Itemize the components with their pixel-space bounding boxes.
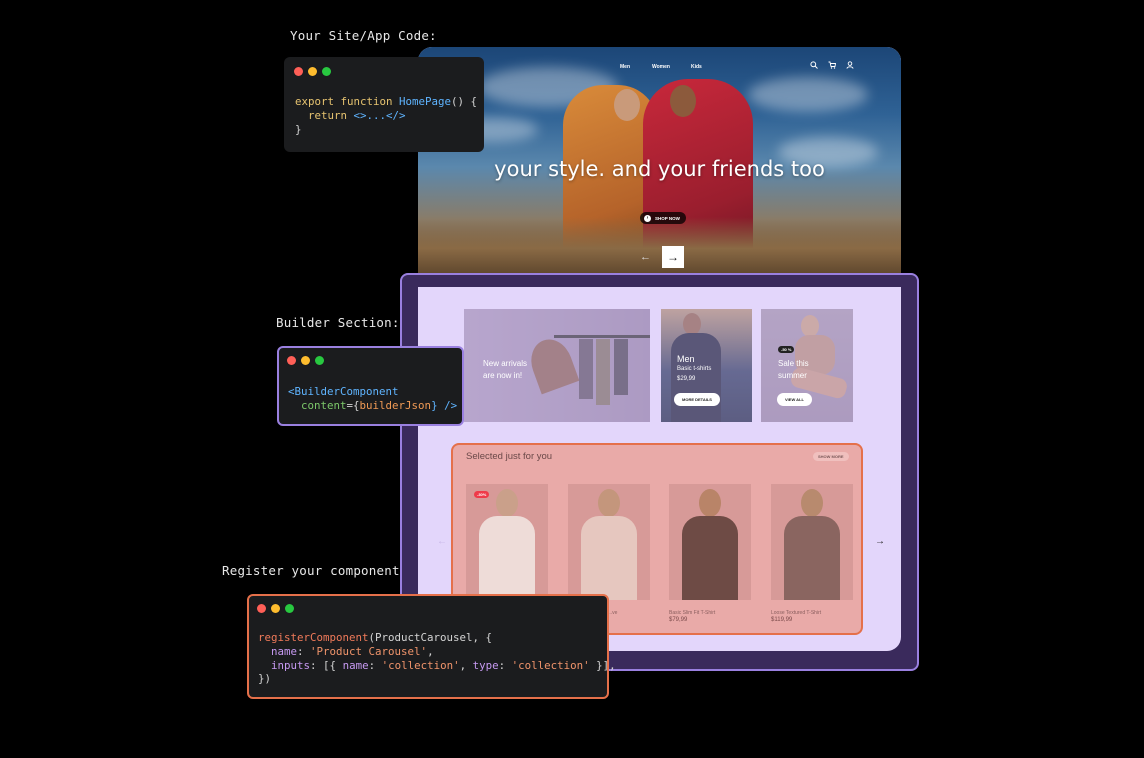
- product-name: Basic Slim Fit T-Shirt: [669, 610, 716, 616]
- site-code-text: export function HomePage() { return <>..…: [295, 95, 478, 136]
- minimize-dot-icon: [301, 356, 310, 365]
- sale-card-line1: Sale this: [778, 359, 809, 368]
- nav-women[interactable]: Women: [652, 64, 670, 70]
- builder-code-window: <BuilderComponent content={builderJson} …: [277, 346, 464, 426]
- hero-banner: Men Women Kids your style. and your frie…: [418, 47, 901, 287]
- sale-badge: -50 %: [778, 346, 795, 353]
- product-name: ...ve: [608, 610, 618, 616]
- nav-kids[interactable]: Kids: [691, 64, 702, 70]
- new-arrivals-line2: are now in!: [483, 371, 523, 380]
- hero-next-arrow-icon[interactable]: →: [662, 246, 684, 268]
- men-card-subtitle: Basic t-shirts: [677, 366, 712, 372]
- sale-card-line2: summer: [778, 371, 807, 380]
- men-card-price: $29,99: [677, 376, 696, 382]
- carousel-next-arrow-icon[interactable]: →: [875, 536, 885, 547]
- minimize-dot-icon: [271, 604, 280, 613]
- more-details-button[interactable]: MORE DETAILS: [674, 393, 720, 406]
- close-dot-icon: [287, 356, 296, 365]
- carousel-title: Selected just for you: [466, 451, 553, 462]
- shop-now-button[interactable]: › SHOP NOW: [640, 212, 686, 224]
- promo-card-new-arrivals[interactable]: New arrivals are now in!: [464, 309, 650, 422]
- arrow-right-icon: ›: [644, 214, 651, 222]
- register-code-text: registerComponent(ProductCarousel, { nam…: [258, 631, 616, 686]
- register-code-window: registerComponent(ProductCarousel, { nam…: [247, 594, 616, 699]
- hero-prev-arrow-icon[interactable]: ←: [640, 251, 651, 263]
- product-price: $79,99: [669, 617, 688, 623]
- men-card-title: Men: [677, 354, 695, 364]
- register-components-caption: Register your components:: [222, 563, 416, 578]
- nav-men[interactable]: Men: [620, 64, 630, 70]
- minimize-dot-icon: [308, 67, 317, 76]
- maximize-dot-icon: [315, 356, 324, 365]
- builder-section-caption: Builder Section:: [276, 315, 400, 330]
- product-name: Loose Textured T-Shirt: [771, 610, 822, 616]
- site-code-window: export function HomePage() { return <>..…: [284, 57, 484, 152]
- promo-card-sale[interactable]: -50 % Sale this summer VIEW ALL: [761, 309, 853, 422]
- product-price: $119,99: [771, 617, 793, 623]
- shop-now-label: SHOP NOW: [655, 215, 680, 221]
- search-icon[interactable]: [810, 61, 818, 69]
- promo-card-men[interactable]: Men Basic t-shirts $29,99 MORE DETAILS: [661, 309, 752, 422]
- maximize-dot-icon: [322, 67, 331, 76]
- close-dot-icon: [294, 67, 303, 76]
- carousel-prev-arrow-icon[interactable]: ←: [437, 536, 447, 547]
- new-arrivals-line1: New arrivals: [483, 359, 528, 368]
- hero-title: your style. and your friends too: [494, 157, 825, 181]
- close-dot-icon: [257, 604, 266, 613]
- view-all-button[interactable]: VIEW ALL: [777, 393, 812, 406]
- product-card[interactable]: [771, 484, 853, 600]
- site-code-caption: Your Site/App Code:: [290, 28, 437, 43]
- cart-icon[interactable]: [828, 61, 836, 69]
- product-card[interactable]: [669, 484, 751, 600]
- product-card[interactable]: [568, 484, 650, 600]
- builder-code-text: <BuilderComponent content={builderJson} …: [288, 385, 458, 412]
- show-more-button[interactable]: SHOW MORE: [813, 452, 849, 461]
- product-sale-badge: -30%: [474, 491, 490, 498]
- maximize-dot-icon: [285, 604, 294, 613]
- product-card[interactable]: [466, 484, 548, 600]
- user-icon[interactable]: [846, 61, 854, 69]
